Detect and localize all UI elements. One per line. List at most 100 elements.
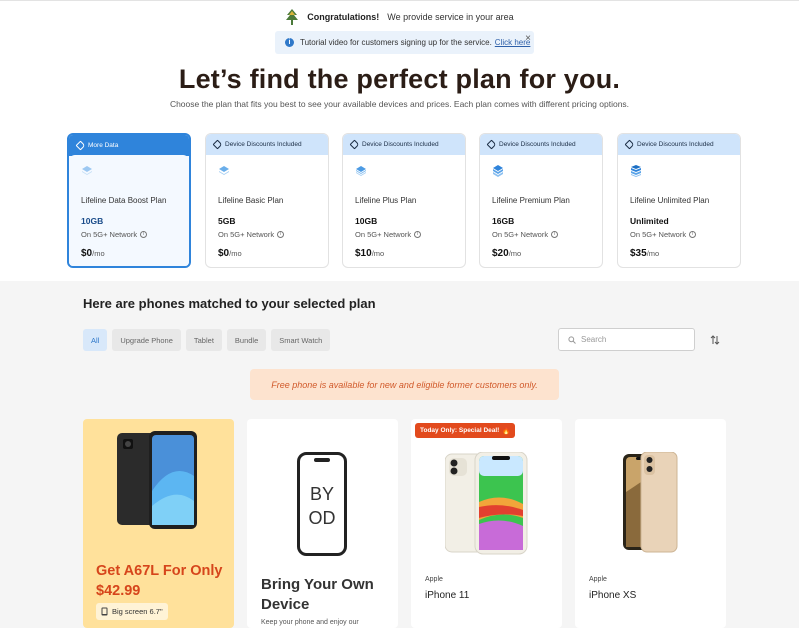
plan-name: Lifeline Basic Plan: [218, 196, 284, 205]
product-brand: Apple: [589, 576, 607, 583]
plan-price: $35/mo: [630, 248, 728, 259]
free-phone-notice: Free phone is available for new and elig…: [250, 369, 559, 400]
plan-card-premium[interactable]: Device Discounts Included Lifeline Premi…: [479, 133, 603, 268]
byod-screen-line: BY: [309, 484, 334, 504]
plan-data: Unlimited: [630, 216, 669, 226]
plan-price: $0/mo: [218, 248, 316, 259]
plan-tag-label: Device Discounts Included: [499, 141, 576, 148]
plan-tag-label: Device Discounts Included: [362, 141, 439, 148]
filter-smart-watch[interactable]: Smart Watch: [271, 329, 331, 351]
promo-badge: Big screen 6.7": [96, 603, 168, 620]
plan-data: 10GB: [81, 216, 104, 226]
search-icon: [568, 335, 576, 344]
plan-network-label: On 5G+ Network: [218, 230, 275, 239]
plan-card-unlimited[interactable]: Device Discounts Included Lifeline Unlim…: [617, 133, 741, 268]
layers-icon: [82, 166, 92, 175]
product-name: iPhone XS: [589, 590, 637, 601]
tutorial-notice: i Tutorial video for customers signing u…: [275, 31, 534, 54]
plan-card-plus[interactable]: Device Discounts Included Lifeline Plus …: [342, 133, 466, 268]
product-card-iphone-11[interactable]: Today Only: Special Deal! 🔥 Apple iPhone…: [411, 419, 562, 628]
search-input[interactable]: Search: [558, 328, 695, 351]
plan-network-label: On 5G+ Network: [355, 230, 412, 239]
filter-all[interactable]: All: [83, 329, 108, 351]
phones-section-title: Here are phones matched to your selected…: [83, 296, 376, 311]
layers-icon: [631, 165, 641, 177]
byod-subtitle: Keep your phone and enjoy our: [261, 619, 359, 626]
plan-price: $20/mo: [492, 248, 590, 259]
plan-network-label: On 5G+ Network: [492, 230, 549, 239]
plan-name: Lifeline Premium Plan: [492, 196, 570, 205]
info-icon[interactable]: i: [414, 231, 422, 238]
plan-price-value: $0: [218, 248, 230, 259]
plan-price-value: $0: [81, 248, 93, 259]
promo-title: Get A67L For Only $42.99: [96, 563, 223, 599]
plan-data: 10GB: [355, 216, 378, 226]
congrats-title: Congratulations!: [307, 12, 380, 22]
info-icon[interactable]: i: [140, 231, 148, 238]
filter-bundle[interactable]: Bundle: [226, 329, 267, 351]
plan-tag-label: Device Discounts Included: [637, 141, 714, 148]
plan-tag: More Data: [69, 135, 189, 156]
byod-card[interactable]: BY OD Bring Your Own Device Keep your ph…: [247, 419, 398, 628]
congrats-message: We provide service in your area: [387, 12, 514, 22]
phone-iphone-11-image: [445, 452, 528, 555]
plan-tag-label: Device Discounts Included: [225, 141, 302, 148]
phone-iphone-xs-image: [623, 452, 678, 553]
plan-data: 16GB: [492, 216, 515, 226]
plan-network: On 5G+ Network i: [492, 230, 590, 239]
plan-price-period: /mo: [92, 249, 105, 258]
product-name: iPhone 11: [425, 590, 470, 601]
layers-icon: [219, 166, 229, 175]
plan-card-data-boost[interactable]: More Data Lifeline Data Boost Plan 10GB …: [67, 133, 191, 268]
page-subtitle: Choose the plan that fits you best to se…: [169, 99, 630, 109]
plan-data: 5GB: [218, 216, 236, 226]
close-icon[interactable]: ×: [525, 33, 531, 44]
filter-bar: All Upgrade Phone Tablet Bundle Smart Wa…: [83, 329, 331, 351]
plan-price-period: /mo: [371, 249, 385, 258]
plan-name: Lifeline Plus Plan: [355, 196, 417, 205]
plan-name: Lifeline Data Boost Plan: [81, 196, 167, 205]
plan-network-label: On 5G+ Network: [81, 230, 138, 239]
byod-title: Bring Your Own Device: [261, 576, 374, 613]
tutorial-text: Tutorial video for customers signing up …: [300, 38, 492, 47]
product-card-iphone-xs[interactable]: Apple iPhone XS: [575, 419, 726, 628]
search-placeholder: Search: [581, 335, 607, 344]
plan-price-period: /mo: [229, 249, 242, 258]
info-icon[interactable]: i: [277, 231, 285, 238]
deal-badge: Today Only: Special Deal! 🔥: [415, 423, 516, 438]
plan-name: Lifeline Unlimited Plan: [630, 196, 710, 205]
promo-card-a67l[interactable]: Get A67L For Only $42.99 Big screen 6.7": [83, 419, 234, 628]
byod-screen-line: OD: [308, 508, 336, 528]
plan-price: $0/mo: [81, 248, 177, 259]
sort-button[interactable]: [703, 328, 726, 351]
tag-icon: [212, 139, 223, 150]
top-border: [0, 0, 799, 3]
tag-icon: [349, 139, 360, 150]
plan-price: $10/mo: [355, 248, 453, 259]
tag-icon: [486, 139, 497, 150]
tree-icon: [286, 9, 299, 25]
plan-network: On 5G+ Network i: [630, 230, 728, 239]
plan-tag-label: More Data: [88, 142, 119, 149]
info-icon[interactable]: i: [689, 231, 697, 238]
filter-upgrade-phone[interactable]: Upgrade Phone: [112, 329, 181, 351]
plan-network: On 5G+ Network i: [81, 230, 177, 239]
byod-screen-text: BY OD: [297, 482, 347, 530]
plan-tag: Device Discounts Included: [206, 134, 328, 155]
plan-price-period: /mo: [646, 249, 660, 258]
plan-network-label: On 5G+ Network: [630, 230, 687, 239]
plan-tag: Device Discounts Included: [343, 134, 465, 155]
plan-card-basic[interactable]: Device Discounts Included Lifeline Basic…: [205, 133, 329, 268]
promo-badge-label: Big screen 6.7": [112, 607, 163, 616]
plan-price-value: $35: [630, 248, 647, 259]
phone-a67l-image: [117, 431, 197, 529]
plan-price-value: $20: [492, 248, 509, 259]
filter-tablet[interactable]: Tablet: [185, 329, 222, 351]
sort-icon: [710, 334, 719, 345]
plan-price-period: /mo: [508, 249, 522, 258]
info-icon: i: [285, 38, 294, 47]
phone-icon: [101, 607, 108, 616]
plan-network: On 5G+ Network i: [218, 230, 316, 239]
deal-badge-label: Today Only: Special Deal!: [420, 427, 500, 434]
info-icon[interactable]: i: [551, 231, 559, 238]
